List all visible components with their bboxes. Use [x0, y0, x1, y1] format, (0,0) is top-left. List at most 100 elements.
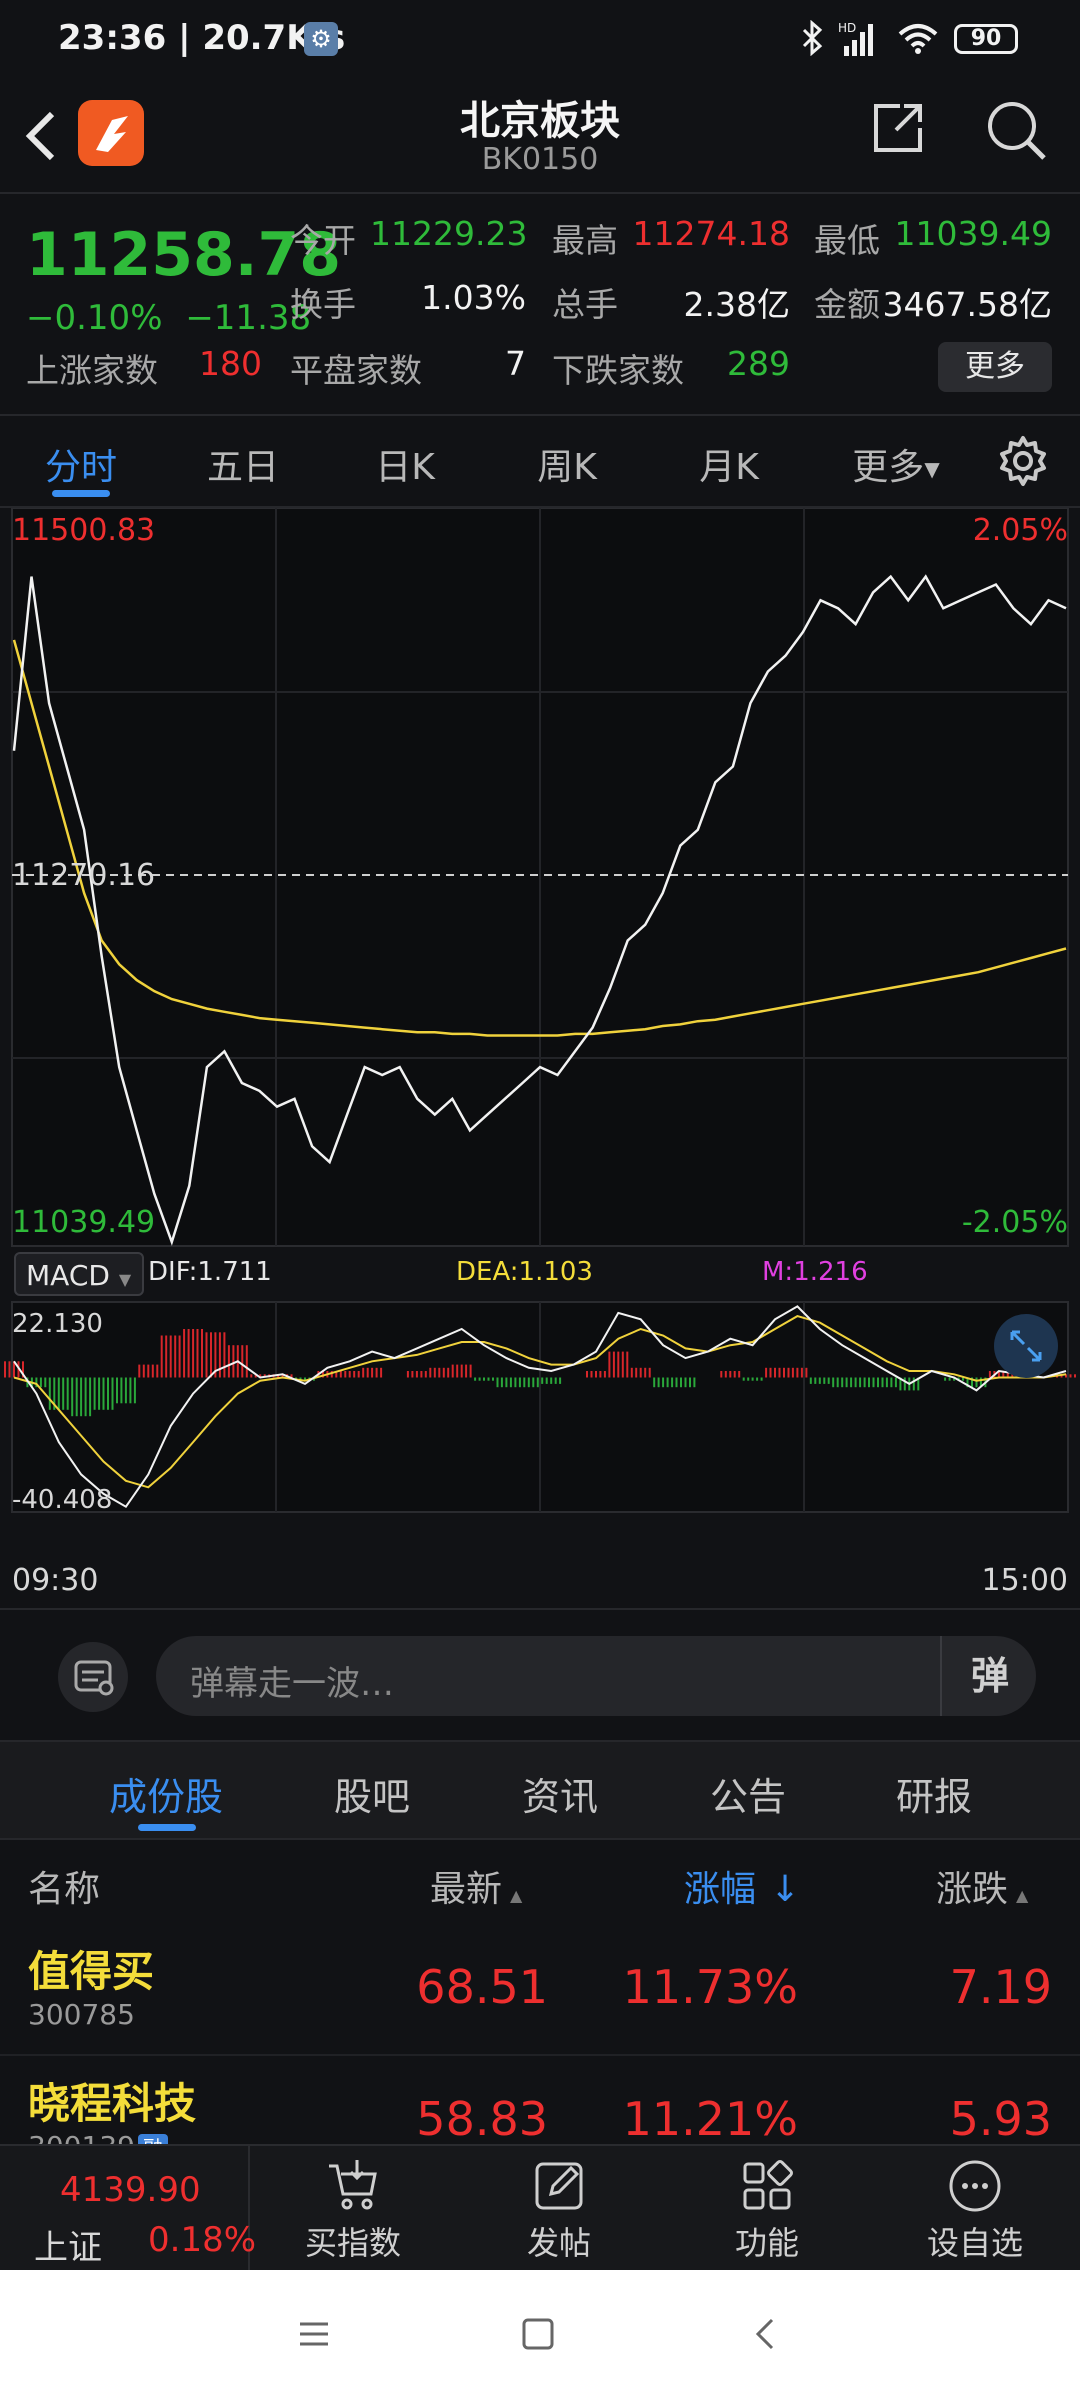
functions-button[interactable]: 功能 [692, 2156, 842, 2264]
flat-count-label: 平盘家数 [290, 351, 422, 390]
index-name: 上证 [34, 2228, 102, 2268]
recent-apps-icon[interactable] [296, 2316, 332, 2356]
index-ticker[interactable]: 4139.90 上证 0.18% [0, 2146, 256, 2272]
tab-intraday[interactable]: 分时 [16, 438, 146, 490]
danmu-placeholder: 弹幕走一波… [190, 1664, 394, 1704]
macd-m-label: M:1.216 [762, 1257, 868, 1287]
open-value: 11229.23 [370, 214, 528, 253]
table-row[interactable]: 值得买 300785 68.51 11.73% 7.19 [0, 1922, 1080, 2056]
grid-icon [692, 2156, 842, 2218]
post-label: 发帖 [526, 2224, 591, 2262]
time-start-label: 09:30 [12, 1563, 98, 1598]
low-label: 最低 [814, 221, 880, 260]
header-pct-label: 涨幅 [684, 1869, 757, 1910]
share-icon[interactable] [870, 100, 926, 156]
stock-pct: 11.21% [622, 2092, 798, 2144]
price-min-label: 11039.49 [12, 1205, 155, 1240]
cellular-signal-icon: HD [838, 20, 888, 68]
sort-icon: ▲ [1016, 1886, 1029, 1905]
danmu-bar: 弹幕走一波… 弹 [0, 1608, 1080, 1740]
status-bar: 23:36 | 20.7K/s ⚙ HD 90 [0, 0, 1080, 80]
add-watchlist-button[interactable]: 设自选 [900, 2156, 1050, 2264]
header-chg-label: 涨跌 [936, 1869, 1009, 1910]
dropdown-triangle-icon: ▼ [118, 1270, 132, 1289]
battery-icon: 90 [954, 24, 1018, 54]
price-change: −0.10% −11.38 [26, 298, 311, 338]
tab-daily-k[interactable]: 日K [340, 438, 470, 490]
flat-count-value: 7 [505, 344, 526, 383]
danmu-toggle-label: 弹 [970, 1654, 1009, 1698]
turnover-value: 1.03% [421, 278, 526, 317]
header: 北京板块 BK0150 [0, 80, 1080, 190]
amount-value: 3467.58亿 [882, 285, 1052, 324]
danmu-settings-icon[interactable] [58, 1642, 128, 1712]
margin-trading-badge: 融 [138, 2134, 168, 2144]
tab-research[interactable]: 研报 [854, 1766, 1014, 1821]
index-pct: 0.18% [148, 2220, 257, 2260]
add-watchlist-label: 设自选 [926, 2224, 1023, 2262]
macd-dif-label: DIF:1.711 [148, 1257, 272, 1287]
tab-five-day[interactable]: 五日 [178, 438, 308, 490]
status-time-speed: 23:36 | 20.7K/s [58, 18, 346, 58]
period-tabs: 分时 五日 日K 周K 月K 更多▼ [0, 414, 1080, 508]
stock-pct: 11.73% [622, 1960, 798, 2014]
table-header: 名称 最新 ▲ 涨幅 ↓ 涨跌 ▲ [0, 1838, 1080, 1922]
header-chg[interactable]: 涨跌 ▲ [936, 1860, 1028, 1912]
quote-more-button[interactable]: 更多 [938, 342, 1052, 392]
post-button[interactable]: 发帖 [484, 2156, 634, 2264]
up-count-value: 180 [199, 344, 262, 383]
high-label: 最高 [552, 221, 618, 260]
header-latest[interactable]: 最新 ▲ [430, 1860, 522, 1912]
bottom-bar: 4139.90 上证 0.18% 买指数 发帖 功能 设自选 [0, 2144, 1080, 2272]
price-max-label: 11500.83 [12, 513, 155, 548]
sort-down-icon: ↓ [770, 1869, 801, 1910]
stock-name: 值得买 [28, 1947, 155, 1996]
danmu-toggle-button[interactable]: 弹 [940, 1636, 1038, 1716]
high-value: 11274.18 [632, 214, 790, 253]
macd-label: MACD [26, 1259, 110, 1292]
stock-name: 晓程科技 [28, 2079, 197, 2128]
table-row[interactable]: 晓程科技 300139 融 58.83 11.21% 5.93 [0, 2054, 1080, 2144]
down-count-label: 下跌家数 [552, 351, 684, 390]
buy-index-button[interactable]: 买指数 [278, 2156, 428, 2264]
header-name: 名称 [28, 1869, 101, 1910]
open-label: 今开 [290, 221, 356, 260]
network-type: HD [838, 21, 856, 35]
edit-icon [484, 2156, 634, 2218]
low-value: 11039.49 [894, 214, 1052, 253]
tab-news[interactable]: 资讯 [480, 1766, 640, 1821]
tab-announcements[interactable]: 公告 [668, 1766, 828, 1821]
tab-more-label: 更多 [852, 447, 925, 488]
macd-max-label: 22.130 [12, 1309, 103, 1339]
tab-more[interactable]: 更多▼ [836, 438, 956, 490]
home-icon[interactable] [520, 2316, 556, 2356]
expand-chart-icon[interactable] [994, 1314, 1058, 1378]
time-end-label: 15:00 [982, 1563, 1068, 1598]
macd-indicator-select[interactable]: MACD ▼ [14, 1252, 144, 1296]
volume-label: 总手 [552, 285, 618, 324]
pct-min-label: -2.05% [962, 1205, 1068, 1240]
settings-notification-icon: ⚙ [304, 22, 338, 56]
sort-icon: ▲ [510, 1886, 523, 1905]
macd-min-label: -40.408 [12, 1485, 112, 1515]
cart-icon [278, 2156, 428, 2218]
intraday-chart[interactable]: 11500.83 2.05% 11270.16 11039.49 -2.05% … [0, 507, 1080, 1608]
tab-constituents[interactable]: 成份股 [86, 1766, 246, 1821]
stock-latest: 68.51 [416, 1960, 548, 2014]
stock-chg: 7.19 [949, 1960, 1052, 2014]
macd-dea-label: DEA:1.103 [456, 1257, 593, 1287]
header-pct[interactable]: 涨幅 ↓ [684, 1860, 800, 1912]
chart-settings-gear-icon[interactable] [996, 434, 1050, 488]
stock-code: 300785 [28, 1998, 135, 2031]
bluetooth-icon [800, 19, 824, 64]
stock-chg: 5.93 [949, 2092, 1052, 2144]
back-nav-icon[interactable] [748, 2316, 784, 2356]
tab-monthly-k[interactable]: 月K [664, 438, 794, 490]
stock-code: 300139 [28, 2130, 135, 2144]
search-icon[interactable] [984, 98, 1048, 162]
stock-latest: 58.83 [416, 2092, 548, 2144]
tab-weekly-k[interactable]: 周K [502, 438, 632, 490]
more-circle-icon [900, 2156, 1050, 2218]
chart-svg: 11500.83 2.05% 11270.16 11039.49 -2.05% … [4, 507, 1076, 1598]
tab-forum[interactable]: 股吧 [292, 1766, 452, 1821]
